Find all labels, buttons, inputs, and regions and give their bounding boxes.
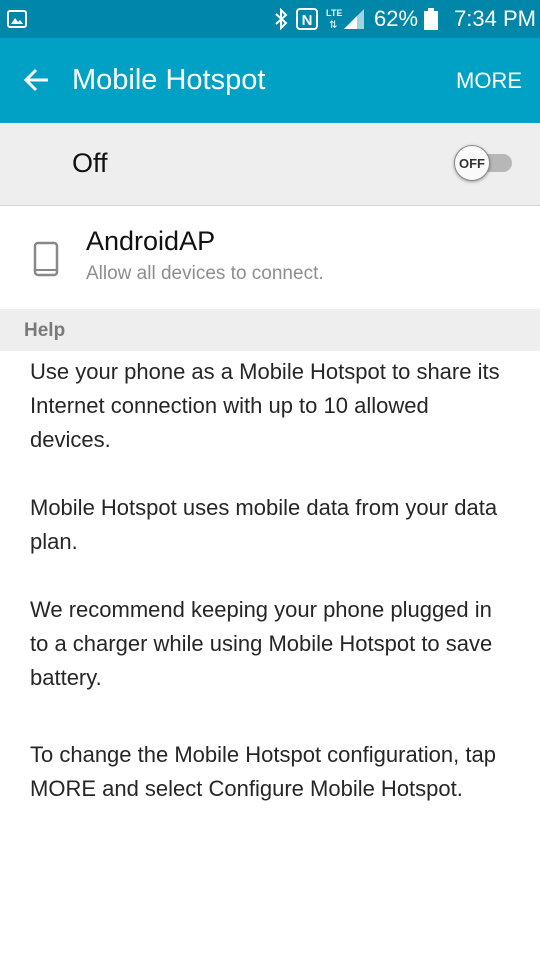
network-item[interactable]: AndroidAP Allow all devices to connect. (0, 206, 540, 308)
hotspot-switch-row[interactable]: Off OFF (0, 123, 540, 206)
battery-percent: 62% (374, 6, 419, 31)
status-icons: N LTE ⇅ 62% 7:34 PM (274, 0, 536, 38)
help-section-header: Help (0, 309, 540, 351)
battery-icon (424, 8, 439, 30)
hotspot-switch-label: Off (72, 148, 108, 178)
help-paragraph: Mobile Hotspot uses mobile data from you… (30, 495, 498, 554)
svg-text:N: N (302, 12, 313, 29)
more-button[interactable]: MORE (456, 66, 522, 96)
clock: 7:34 PM (454, 6, 536, 31)
hotspot-toggle[interactable]: OFF (454, 145, 514, 181)
page-title: Mobile Hotspot (72, 64, 266, 96)
gallery-notification-icon (6, 8, 28, 30)
app-bar: Mobile Hotspot MORE (0, 38, 540, 123)
phone-icon (33, 241, 59, 277)
help-paragraph: We recommend keeping your phone plugged … (30, 597, 493, 690)
signal-icon: LTE ⇅ (326, 7, 366, 31)
arrow-left-icon (23, 68, 48, 92)
network-subtitle: Allow all devices to connect. (86, 263, 324, 284)
network-type-label: LTE (326, 8, 342, 18)
svg-text:⇅: ⇅ (329, 20, 337, 31)
help-title: Help (24, 320, 66, 341)
status-bar: N LTE ⇅ 62% 7:34 PM (0, 0, 540, 38)
bluetooth-icon (274, 8, 288, 30)
help-paragraph: To change the Mobile Hotspot configurati… (30, 742, 496, 801)
help-paragraph: Use your phone as a Mobile Hotspot to sh… (30, 359, 500, 452)
toggle-thumb: OFF (454, 145, 490, 181)
back-button[interactable] (20, 62, 56, 98)
nfc-icon: N (296, 8, 319, 30)
network-name: AndroidAP (86, 226, 216, 256)
